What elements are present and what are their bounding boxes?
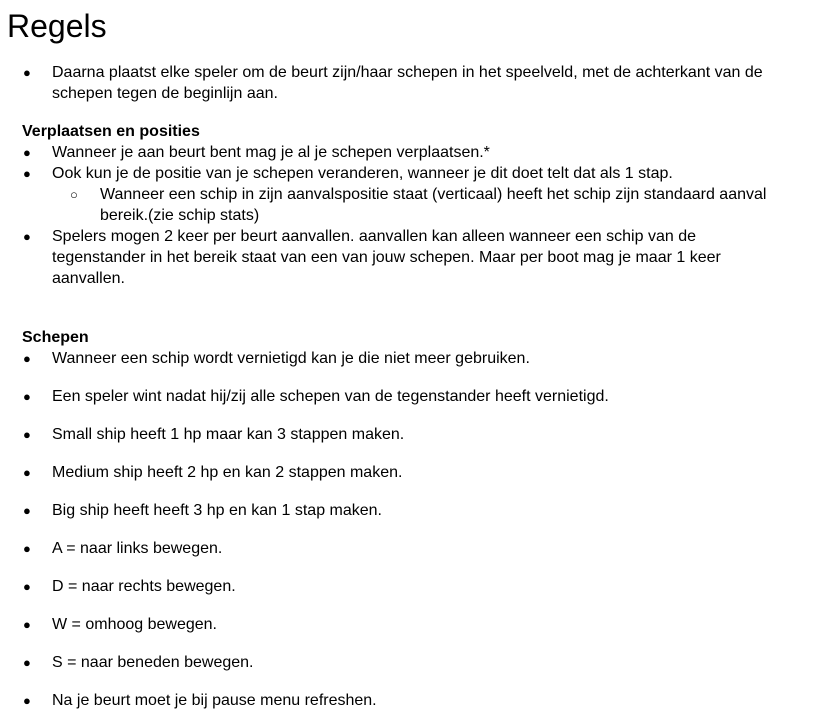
list-item: Big ship heeft heeft 3 hp en kan 1 stap … xyxy=(22,500,782,521)
list-item: Na je beurt moet je bij pause menu refre… xyxy=(22,690,782,711)
intro-list: Daarna plaatst elke speler om de beurt z… xyxy=(22,62,782,104)
list-item: Small ship heeft 1 hp maar kan 3 stappen… xyxy=(22,424,782,445)
sub-list-item: Wanneer een schip in zijn aanvalspositie… xyxy=(22,184,782,226)
list-item: W = omhoog bewegen. xyxy=(22,614,782,635)
list-item: Medium ship heeft 2 hp en kan 2 stappen … xyxy=(22,462,782,483)
section-schepen: Schepen Wanneer een schip wordt vernieti… xyxy=(22,327,782,711)
section-verplaatsen: Verplaatsen en posities Wanneer je aan b… xyxy=(22,121,782,289)
list-item: S = naar beneden bewegen. xyxy=(22,652,782,673)
section-heading: Verplaatsen en posities xyxy=(22,123,200,140)
section-list: Wanneer een schip wordt vernietigd kan j… xyxy=(22,348,782,711)
list-item: Wanneer een schip wordt vernietigd kan j… xyxy=(22,348,782,369)
intro-section: Daarna plaatst elke speler om de beurt z… xyxy=(22,62,782,104)
list-item: Spelers mogen 2 keer per beurt aanvallen… xyxy=(22,226,782,289)
list-item: Ook kun je de positie van je schepen ver… xyxy=(22,163,782,184)
list-item: Wanneer je aan beurt bent mag je al je s… xyxy=(22,142,782,163)
list-item: D = naar rechts bewegen. xyxy=(22,576,782,597)
list-item: A = naar links bewegen. xyxy=(22,538,782,559)
section-heading: Schepen xyxy=(22,329,89,346)
section-list: Wanneer je aan beurt bent mag je al je s… xyxy=(22,142,782,289)
list-item: Daarna plaatst elke speler om de beurt z… xyxy=(22,62,782,104)
page-title: Regels xyxy=(7,8,107,44)
list-item: Een speler wint nadat hij/zij alle schep… xyxy=(22,386,782,407)
